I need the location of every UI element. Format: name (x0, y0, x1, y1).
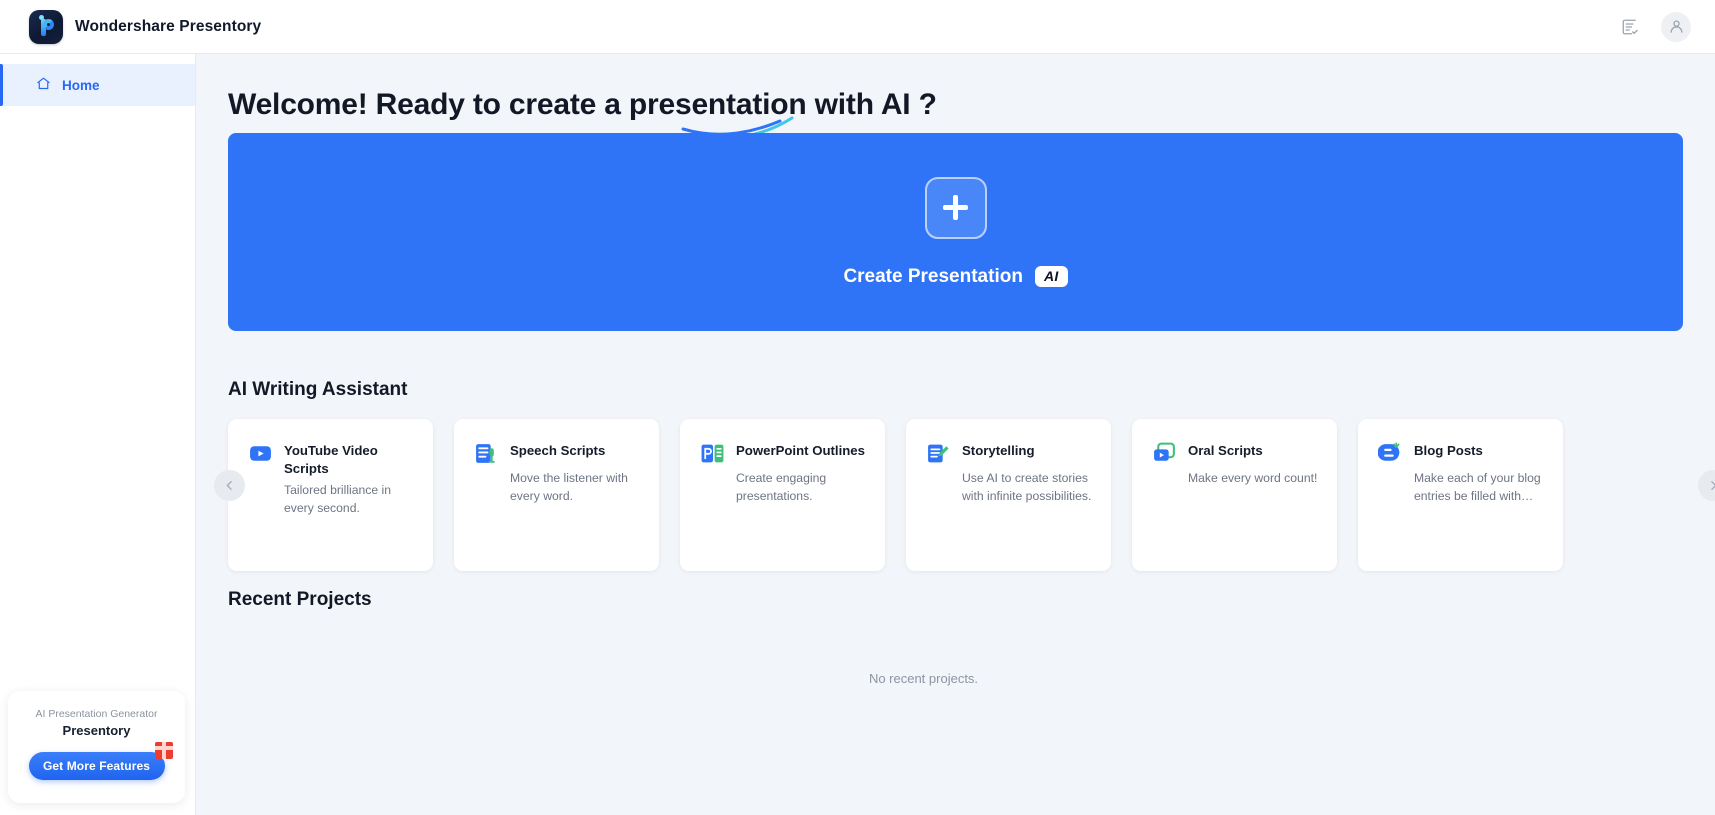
promo-button-wrap: Get More Features (28, 742, 173, 780)
powerpoint-outline-icon (701, 444, 724, 463)
get-more-features-button[interactable]: Get More Features (28, 752, 165, 780)
assistant-card-powerpoint-outlines[interactable]: PowerPoint Outlines Create engaging pres… (680, 419, 885, 571)
create-presentation-label: Create Presentation AI (843, 265, 1068, 288)
brand: Wondershare Presentory (0, 9, 262, 44)
assistant-card-youtube-video-scripts[interactable]: YouTube Video Scripts Tailored brillianc… (228, 419, 433, 571)
sidebar-item-label: Home (62, 77, 100, 93)
story-pencil-icon (928, 444, 949, 463)
assistant-card-desc: Make every word count! (1188, 471, 1318, 485)
plus-icon[interactable] (924, 176, 987, 239)
assistant-card-title: Speech Scripts (510, 443, 606, 458)
chevron-left-icon[interactable] (214, 470, 245, 501)
assistant-card-title: YouTube Video Scripts (284, 443, 378, 476)
hero-label-text: Create Presentation (843, 265, 1023, 287)
assistant-card-title: Oral Scripts (1188, 443, 1263, 458)
speech-microphone-icon (476, 444, 495, 463)
assistant-card-desc: Move the listener with every word. (510, 471, 628, 504)
user-avatar-icon[interactable] (1661, 11, 1691, 42)
main-content: Welcome! Ready to create a presentation … (196, 54, 1715, 815)
top-bar-actions (1615, 11, 1715, 42)
ai-writing-assistant-title: AI Writing Assistant (228, 379, 408, 400)
assistant-card-speech-scripts[interactable]: Speech Scripts Move the listener with ev… (454, 419, 659, 571)
assistant-card-title: Blog Posts (1414, 443, 1483, 458)
promo-subtitle: AI Presentation Generator (35, 708, 158, 720)
recent-projects-empty: No recent projects. (868, 671, 979, 686)
home-icon (36, 76, 51, 94)
promo-title: Presentory (62, 723, 131, 738)
page-title: Welcome! Ready to create a presentation … (228, 88, 937, 140)
document-check-icon[interactable] (1615, 12, 1645, 42)
assistant-card-desc: Create engaging presentations. (736, 471, 827, 504)
assistant-card-title: PowerPoint Outlines (736, 443, 865, 458)
assistant-card-desc: Use AI to create stories with infinite p… (962, 471, 1092, 504)
assistant-card-desc: Make each of your blog entries be filled… (1414, 471, 1541, 504)
ai-badge: AI (1034, 266, 1068, 287)
recent-projects-title: Recent Projects (228, 589, 372, 610)
oral-video-icon (1154, 442, 1175, 461)
assistant-card-title: Storytelling (962, 443, 1035, 458)
promo-card: AI Presentation Generator Presentory Get… (8, 691, 185, 803)
assistant-card-storytelling[interactable]: Storytelling Use AI to create stories wi… (906, 419, 1111, 571)
assistant-card-desc: Tailored brilliance in every second. (284, 482, 392, 515)
assistant-card-list: YouTube Video Scripts Tailored brillianc… (228, 419, 1715, 571)
sidebar-item-home[interactable]: Home (0, 64, 195, 106)
assistant-carousel: YouTube Video Scripts Tailored brillianc… (214, 419, 1715, 571)
assistant-card-oral-scripts[interactable]: Oral Scripts Make every word count! (1132, 419, 1337, 571)
create-presentation-hero[interactable]: Create Presentation AI (228, 133, 1683, 331)
blog-icon (1378, 442, 1400, 461)
brand-title: Wondershare Presentory (75, 17, 262, 35)
assistant-card-blog-posts[interactable]: Blog Posts Make each of your blog entrie… (1358, 419, 1563, 571)
page-title-text: Welcome! Ready to create a presentation … (228, 88, 937, 121)
sidebar: Home AI Presentation Generator Presentor… (0, 54, 196, 815)
gift-icon (154, 742, 173, 759)
top-bar: Wondershare Presentory (0, 0, 1715, 54)
youtube-play-icon (250, 446, 271, 461)
presentory-logo-icon (29, 9, 63, 44)
